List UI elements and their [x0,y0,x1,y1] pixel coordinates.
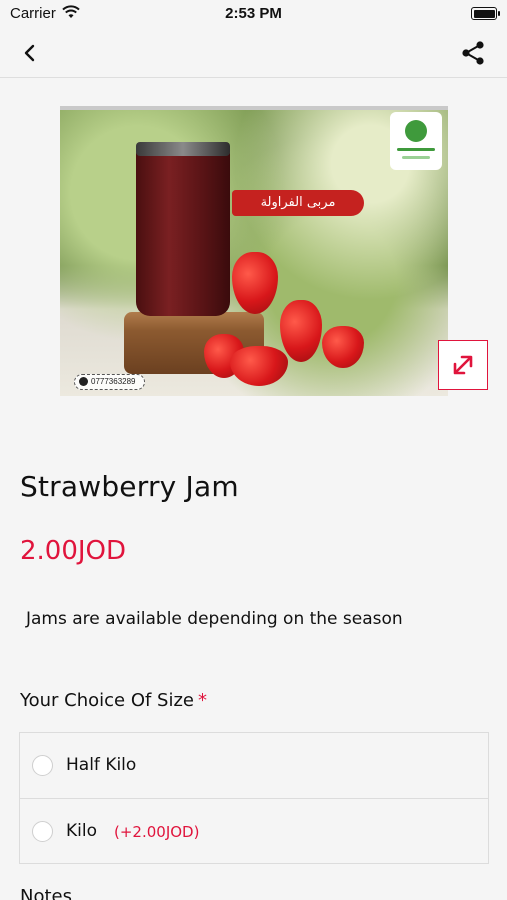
share-button[interactable] [459,39,487,67]
nav-bar [0,28,507,78]
back-button[interactable] [18,41,42,65]
required-mark: * [198,690,208,711]
expand-icon [453,355,473,375]
radio-button[interactable] [32,821,53,842]
image-phone-number: 0777363289 [91,377,136,386]
size-heading-label: Your Choice Of Size [20,690,195,711]
option-label: Half Kilo [66,755,137,775]
expand-image-button[interactable] [438,340,488,390]
battery-icon [471,7,500,20]
radio-button[interactable] [32,755,53,776]
notes-heading: Notes [20,886,72,900]
size-option-list: Half Kilo Kilo (+2.00JOD) [19,732,489,864]
size-option-half-kilo[interactable]: Half Kilo [20,733,488,798]
option-label: Kilo [66,821,97,841]
product-image[interactable]: مربى الفراولة 0777363289 [60,106,448,396]
option-extra-price: (+2.00JOD) [114,823,200,841]
status-bar: Carrier 2:53 PM [0,0,507,28]
image-phone-tag: 0777363289 [74,374,145,390]
product-title: Strawberry Jam [20,470,239,503]
jam-jar [136,144,230,316]
status-time: 2:53 PM [225,5,282,22]
phone-icon [79,377,88,387]
image-label-tag: مربى الفراولة [232,190,364,216]
product-description: Jams are available depending on the seas… [26,609,403,629]
brand-logo [390,112,442,170]
jar-lid [136,142,230,156]
size-section-heading: Your Choice Of Size * [20,690,207,711]
product-price: 2.00JOD [20,536,127,566]
size-option-kilo[interactable]: Kilo (+2.00JOD) [20,798,488,863]
